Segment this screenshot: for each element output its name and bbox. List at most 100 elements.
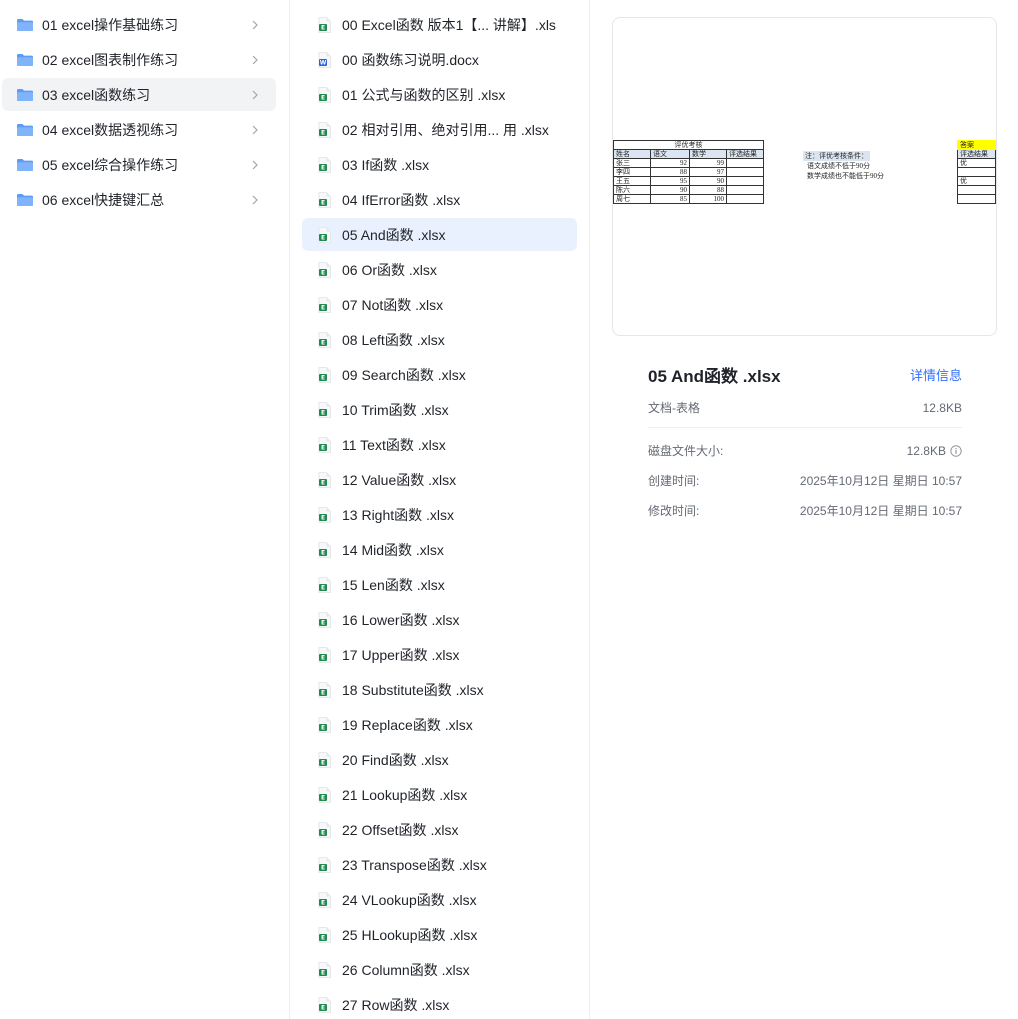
file-item[interactable]: E 09 Search函数 .xlsx: [302, 358, 577, 391]
file-item[interactable]: E 08 Left函数 .xlsx: [302, 323, 577, 356]
file-item[interactable]: E 25 HLookup函数 .xlsx: [302, 918, 577, 951]
excel-file-icon: E: [318, 16, 331, 33]
folder-label: 01 excel操作基础练习: [42, 16, 179, 33]
folder-label: 03 excel函数练习: [42, 86, 151, 103]
file-item[interactable]: E 23 Transpose函数 .xlsx: [302, 848, 577, 881]
folder-icon: [17, 193, 33, 206]
svg-text:E: E: [321, 94, 325, 101]
file-item[interactable]: E 20 Find函数 .xlsx: [302, 743, 577, 776]
file-label: 17 Upper函数 .xlsx: [342, 646, 460, 663]
file-item[interactable]: E 10 Trim函数 .xlsx: [302, 393, 577, 426]
svg-text:E: E: [321, 234, 325, 241]
svg-text:E: E: [321, 304, 325, 311]
file-item[interactable]: E 19 Replace函数 .xlsx: [302, 708, 577, 741]
chevron-right-icon: [252, 90, 258, 99]
file-list: E 00 Excel函数 版本1【... 讲解】.xls W 00 函数练习说明.do…: [289, 0, 590, 1019]
file-label: 00 函数练习说明.docx: [342, 51, 479, 68]
preview-answer-header: 评选结果: [957, 149, 996, 159]
preview-cell: 88: [650, 167, 690, 177]
folder-label: 06 excel快捷键汇总: [42, 191, 165, 208]
preview-answer-cell: [957, 194, 996, 204]
preview-cell: 99: [689, 158, 727, 168]
file-item[interactable]: E 22 Offset函数 .xlsx: [302, 813, 577, 846]
file-label: 06 Or函数 .xlsx: [342, 261, 437, 278]
file-item[interactable]: W 00 函数练习说明.docx: [302, 43, 577, 76]
file-item[interactable]: E 07 Not函数 .xlsx: [302, 288, 577, 321]
preview-cell: 张三: [613, 158, 651, 168]
folder-item[interactable]: 04 excel数据透视练习: [2, 113, 276, 146]
svg-text:E: E: [321, 549, 325, 556]
preview-cell: [726, 176, 764, 186]
svg-text:E: E: [321, 584, 325, 591]
file-label: 11 Text函数 .xlsx: [342, 436, 446, 453]
svg-text:E: E: [321, 619, 325, 626]
folder-item[interactable]: 03 excel函数练习: [2, 78, 276, 111]
excel-file-icon: E: [318, 366, 331, 383]
excel-file-icon: E: [318, 401, 331, 418]
file-item[interactable]: E 21 Lookup函数 .xlsx: [302, 778, 577, 811]
folder-label: 05 excel综合操作练习: [42, 156, 179, 173]
excel-file-icon: E: [318, 331, 331, 348]
file-item[interactable]: E 12 Value函数 .xlsx: [302, 463, 577, 496]
svg-text:E: E: [321, 339, 325, 346]
folder-icon: [17, 53, 33, 66]
detail-file-title: 05 And函数 .xlsx: [648, 367, 781, 386]
modified-label: 修改时间:: [648, 504, 700, 518]
file-preview[interactable]: 评优考核 姓名 语文 数学 评选结果 张三 92 99 李四 88 97 王五 95 90 陈六 90 88…: [612, 17, 997, 336]
excel-file-icon: E: [318, 296, 331, 313]
excel-file-icon: E: [318, 226, 331, 243]
preview-answer-table: 答案 评选结果 优优: [957, 140, 996, 204]
file-label: 13 Right函数 .xlsx: [342, 506, 455, 523]
preview-answer-cell: [957, 167, 996, 177]
svg-text:E: E: [321, 899, 325, 906]
folder-item[interactable]: 01 excel操作基础练习: [2, 8, 276, 41]
file-item[interactable]: E 00 Excel函数 版本1【... 讲解】.xls: [302, 8, 577, 41]
folder-item[interactable]: 05 excel综合操作练习: [2, 148, 276, 181]
details-info-link[interactable]: 详情信息: [910, 365, 962, 384]
preview-cell: 92: [650, 158, 690, 168]
preview-header-cell: 评选结果: [726, 149, 764, 159]
file-item[interactable]: E 11 Text函数 .xlsx: [302, 428, 577, 461]
preview-cell: [726, 167, 764, 177]
file-item[interactable]: E 14 Mid函数 .xlsx: [302, 533, 577, 566]
file-item[interactable]: E 01 公式与函数的区别 .xlsx: [302, 78, 577, 111]
folder-icon: [17, 88, 33, 101]
disk-size-label: 磁盘文件大小:: [648, 444, 724, 458]
file-item[interactable]: E 18 Substitute函数 .xlsx: [302, 673, 577, 706]
preview-cell: 王五: [613, 176, 651, 186]
file-item[interactable]: E 27 Row函数 .xlsx: [302, 988, 577, 1019]
preview-cell: 陈六: [613, 185, 651, 195]
file-item[interactable]: E 02 相对引用、绝对引用... 用 .xlsx: [302, 113, 577, 146]
file-item[interactable]: E 15 Len函数 .xlsx: [302, 568, 577, 601]
preview-note-title: 注：评优考核条件：: [803, 151, 870, 161]
preview-header-cell: 姓名: [613, 149, 651, 159]
excel-file-icon: E: [318, 961, 331, 978]
file-label: 25 HLookup函数 .xlsx: [342, 926, 478, 943]
info-icon[interactable]: [950, 444, 962, 457]
preview-header-cell: 数学: [689, 149, 727, 159]
preview-answer-label: 答案: [957, 140, 996, 150]
preview-table-title: 评优考核: [613, 140, 764, 150]
file-item[interactable]: E 05 And函数 .xlsx: [302, 218, 577, 251]
file-item[interactable]: E 13 Right函数 .xlsx: [302, 498, 577, 531]
file-label: 26 Column函数 .xlsx: [342, 961, 470, 978]
excel-file-icon: E: [318, 191, 331, 208]
excel-file-icon: E: [318, 436, 331, 453]
chevron-right-icon: [252, 125, 258, 134]
preview-cell: 90: [689, 176, 727, 186]
modified-row: 修改时间: 2025年10月12日 星期日 10:57: [648, 502, 962, 519]
file-item[interactable]: E 03 If函数 .xlsx: [302, 148, 577, 181]
svg-text:E: E: [321, 374, 325, 381]
file-item[interactable]: E 04 IfError函数 .xlsx: [302, 183, 577, 216]
folder-label: 02 excel图表制作练习: [42, 51, 179, 68]
folder-item[interactable]: 06 excel快捷键汇总: [2, 183, 276, 216]
svg-text:E: E: [321, 444, 325, 451]
preview-cell: 李四: [613, 167, 651, 177]
file-item[interactable]: E 26 Column函数 .xlsx: [302, 953, 577, 986]
file-item[interactable]: E 24 VLookup函数 .xlsx: [302, 883, 577, 916]
preview-header-cell: 语文: [650, 149, 690, 159]
file-item[interactable]: E 16 Lower函数 .xlsx: [302, 603, 577, 636]
folder-item[interactable]: 02 excel图表制作练习: [2, 43, 276, 76]
file-item[interactable]: E 06 Or函数 .xlsx: [302, 253, 577, 286]
file-item[interactable]: E 17 Upper函数 .xlsx: [302, 638, 577, 671]
